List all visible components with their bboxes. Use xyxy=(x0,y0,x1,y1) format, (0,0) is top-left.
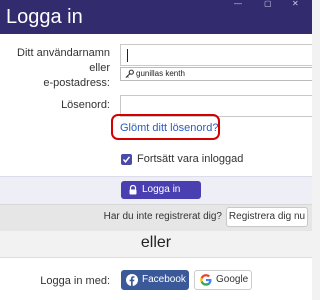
checkmark-icon xyxy=(122,156,131,163)
lock-icon xyxy=(129,185,137,195)
forgot-password-link[interactable]: Glömt ditt lösenord? xyxy=(120,121,218,135)
key-icon xyxy=(125,69,134,78)
username-label-line2: e-postadress: xyxy=(43,77,110,89)
facebook-login-button[interactable]: Facebook xyxy=(121,270,189,290)
facebook-button-label: Facebook xyxy=(142,274,186,285)
autofill-suggestion-text: gunillas kenth xyxy=(136,69,185,78)
register-button[interactable]: Registrera dig nu xyxy=(226,207,308,227)
forgot-password-highlight: Glömt ditt lösenord? xyxy=(111,114,220,140)
google-button-label: Google xyxy=(216,274,249,285)
google-login-button[interactable]: Google xyxy=(194,270,252,290)
minimize-icon[interactable]: — xyxy=(234,0,254,8)
google-icon xyxy=(200,274,212,286)
autofill-suggestion[interactable]: gunillas kenth xyxy=(120,67,312,81)
facebook-icon xyxy=(126,274,138,286)
username-input[interactable] xyxy=(120,44,312,66)
username-label: Ditt användarnamn eller e-postadress: xyxy=(0,46,110,91)
username-label-line1: Ditt användarnamn eller xyxy=(17,47,110,74)
register-question: Har du inte registrerat dig? xyxy=(103,211,222,222)
dialog-titlebar: Logga in — ▢ ✕ xyxy=(0,0,312,34)
remember-me-label[interactable]: Fortsätt vara inloggad xyxy=(137,152,243,167)
login-button[interactable]: Logga in xyxy=(121,181,201,199)
remember-me-checkbox[interactable] xyxy=(121,154,132,165)
or-divider-text: eller xyxy=(140,234,172,251)
text-caret xyxy=(127,49,128,62)
maximize-icon[interactable]: ▢ xyxy=(264,0,284,8)
login-button-label: Logga in xyxy=(142,184,181,195)
social-login-label: Logga in med: xyxy=(40,275,110,287)
dialog-title: Logga in xyxy=(6,6,83,28)
password-label: Lösenord: xyxy=(61,99,110,111)
close-icon[interactable]: ✕ xyxy=(292,0,312,8)
